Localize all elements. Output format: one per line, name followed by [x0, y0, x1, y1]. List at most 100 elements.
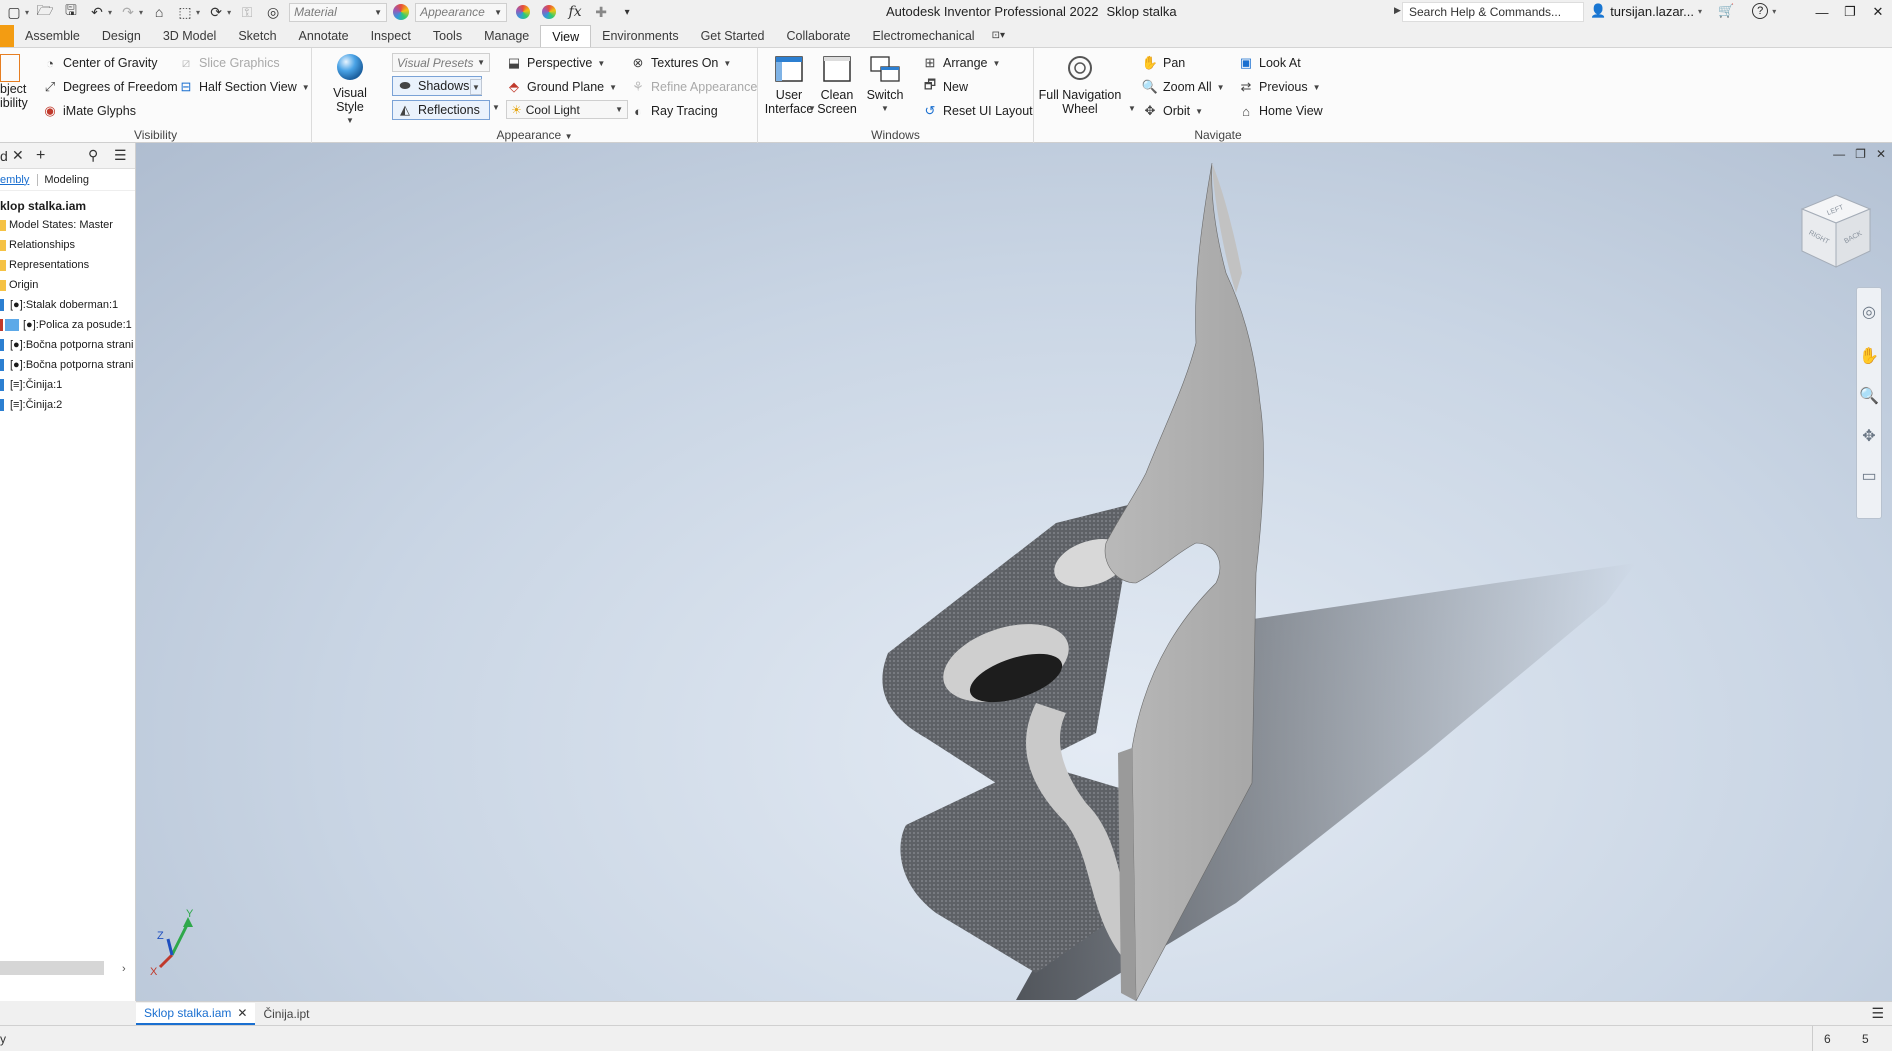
new-window-button[interactable]: 🗗 New	[922, 77, 968, 95]
full-navigation-wheel-button[interactable]: Full Navigation Wheel	[1038, 54, 1122, 116]
home-view-button[interactable]: ⌂ Home View	[1238, 103, 1323, 119]
chevron-down-icon[interactable]: ▾	[139, 8, 143, 17]
chevron-down-icon[interactable]: ▾	[108, 8, 112, 17]
tree-node-part[interactable]: [≡]:Činija:1	[0, 375, 135, 395]
tab-get-started[interactable]: Get Started	[690, 25, 776, 47]
reset-ui-layout-button[interactable]: ↺ Reset UI Layout	[922, 103, 1033, 119]
chevron-right-icon[interactable]: ›	[122, 963, 126, 975]
graphics-viewport[interactable]: — ❐ ✕ LEFT RIGHT BACK ◎ ✋ 🔍 ✥ ▭ Y X Z	[136, 143, 1892, 1001]
zoom-icon[interactable]: 🔍	[1857, 376, 1881, 416]
adjust-appearance-icon[interactable]	[513, 2, 533, 22]
tab-environments[interactable]: Environments	[591, 25, 689, 47]
open-file-icon[interactable]: 🗁	[35, 2, 55, 22]
home-icon[interactable]: ⌂	[149, 2, 169, 22]
tree-node-part[interactable]: [●]:Polica za posude:1	[0, 315, 135, 335]
tree-node-relationships[interactable]: Relationships	[0, 235, 135, 255]
tree-node-representations[interactable]: Representations	[0, 255, 135, 275]
doc-tab-sklop-stalka[interactable]: Sklop stalka.iam ✕	[136, 1002, 256, 1025]
lighting-style-select[interactable]: ☀ Cool Light ▼	[506, 100, 628, 119]
save-icon[interactable]: 🖫	[61, 2, 81, 22]
slice-graphics-button[interactable]: ⧄ Slice Graphics	[178, 55, 280, 71]
shadows-dropdown[interactable]: ▼	[470, 79, 482, 95]
minimize-icon[interactable]: —	[1808, 0, 1836, 24]
update-icon[interactable]: ⟳	[206, 2, 226, 22]
ray-tracing-button[interactable]: ◐ Ray Tracing	[630, 103, 718, 119]
tab-electromechanical[interactable]: Electromechanical	[861, 25, 985, 47]
tab-manage[interactable]: Manage	[473, 25, 540, 47]
view-cube[interactable]: LEFT RIGHT BACK	[1796, 191, 1876, 275]
tab-file[interactable]	[0, 25, 14, 47]
plus-icon[interactable]: ✚	[591, 2, 611, 22]
tab-3d-model[interactable]: 3D Model	[152, 25, 228, 47]
menu-icon[interactable]: ☰	[1871, 1005, 1884, 1022]
ground-plane-button[interactable]: ⬘ Ground Plane ▼	[506, 79, 617, 95]
redo-icon[interactable]: ↷	[118, 2, 138, 22]
close-icon[interactable]: ✕	[237, 1006, 247, 1020]
tab-design[interactable]: Design	[91, 25, 152, 47]
new-file-icon[interactable]: ▢	[4, 2, 24, 22]
restore-icon[interactable]: ❐	[1836, 0, 1864, 24]
reflections-dropdown[interactable]: ▼	[492, 103, 500, 112]
customize-dropdown-icon[interactable]: ▾	[617, 2, 637, 22]
tab-assemble[interactable]: Assemble	[14, 25, 91, 47]
browser-horizontal-scrollbar[interactable]	[0, 961, 104, 975]
browser-tab-modeling[interactable]: Modeling	[37, 173, 89, 186]
perspective-button[interactable]: ⬓ Perspective ▼	[506, 55, 605, 71]
degrees-of-freedom-button[interactable]: ⤢ Degrees of Freedom	[42, 79, 178, 95]
tree-node-part[interactable]: [●]:Bočna potporna strani	[0, 355, 135, 375]
visual-style-button[interactable]: Visual Style ▼	[320, 52, 380, 128]
undo-icon[interactable]: ↶	[87, 2, 107, 22]
chevron-down-icon[interactable]: ▾	[196, 8, 200, 17]
browser-tab-assembly[interactable]: embly	[0, 174, 37, 186]
select-icon[interactable]: ⬚	[175, 2, 195, 22]
chevron-down-icon[interactable]: ▾	[25, 8, 29, 17]
clean-screen-button[interactable]: Clean Screen	[814, 54, 860, 116]
object-visibility-button[interactable]: bject ibility	[0, 54, 34, 110]
model-render[interactable]	[136, 143, 1892, 1001]
ribbon-options-icon[interactable]: ⊡▾	[986, 25, 1011, 47]
appearance-select[interactable]: Appearance ▼	[415, 2, 508, 22]
doc-tab-cinija[interactable]: Činija.ipt	[255, 1003, 317, 1025]
orbit-icon[interactable]: ✥	[1857, 416, 1881, 456]
chevron-down-icon[interactable]: ▾	[227, 8, 231, 17]
tab-inspect[interactable]: Inspect	[360, 25, 422, 47]
look-at-icon[interactable]: ▭	[1857, 456, 1881, 496]
pan-button[interactable]: ✋ Pan	[1142, 55, 1185, 71]
pan-hand-icon[interactable]: ✋	[1857, 336, 1881, 376]
switch-button[interactable]: Switch ▼	[862, 54, 908, 116]
user-interface-button[interactable]: User Interface	[765, 54, 813, 116]
material-select[interactable]: Material ▼	[289, 2, 388, 22]
tab-view[interactable]: View	[540, 25, 592, 47]
plus-icon[interactable]: +	[36, 147, 45, 165]
close-icon[interactable]: ✕	[1864, 0, 1892, 24]
material-sphere-icon[interactable]: ◎	[263, 2, 283, 22]
help-search-input[interactable]: Search Help & Commands...	[1402, 2, 1584, 22]
tab-sketch[interactable]: Sketch	[227, 25, 287, 47]
menu-icon[interactable]: ☰	[114, 147, 127, 164]
parameters-fx-icon[interactable]: fx	[565, 2, 585, 22]
tab-tools[interactable]: Tools	[422, 25, 473, 47]
imate-glyphs-button[interactable]: ◉ iMate Glyphs	[42, 103, 136, 119]
visual-presets-select[interactable]: Visual Presets ▼	[392, 53, 490, 72]
navigation-wheel-dropdown[interactable]: ▼	[1128, 104, 1136, 113]
tree-node-part[interactable]: [●]:Stalak doberman:1	[0, 295, 135, 315]
tab-annotate[interactable]: Annotate	[288, 25, 360, 47]
center-of-gravity-button[interactable]: ◔ Center of Gravity	[42, 55, 157, 71]
appearance-panel-title[interactable]: Appearance ▼	[312, 128, 757, 142]
arrange-button[interactable]: ⊞ Arrange ▼	[922, 55, 1001, 71]
half-section-view-button[interactable]: ⊟ Half Section View ▼	[178, 79, 310, 95]
previous-view-button[interactable]: ⇄ Previous ▼	[1238, 79, 1321, 95]
close-icon[interactable]: ✕	[12, 147, 24, 164]
tree-node-model-states[interactable]: Model States: Master	[0, 215, 135, 235]
reflections-button[interactable]: ◭ Reflections	[392, 100, 490, 120]
refine-appearance-button[interactable]: ⚘ Refine Appearance	[630, 79, 757, 95]
tree-node-part[interactable]: [●]:Bočna potporna strani	[0, 335, 135, 355]
help-icon[interactable]: ?	[1752, 3, 1769, 19]
clear-appearance-icon[interactable]	[539, 2, 559, 22]
zoom-all-button[interactable]: 🔍 Zoom All ▼	[1142, 79, 1225, 95]
textures-on-button[interactable]: ⊗ Textures On ▼	[630, 55, 732, 71]
tab-collaborate[interactable]: Collaborate	[776, 25, 862, 47]
local-update-icon[interactable]: ⚿	[237, 2, 257, 22]
tree-node-part[interactable]: [≡]:Činija:2	[0, 395, 135, 415]
look-at-button[interactable]: ▣ Look At	[1238, 55, 1301, 71]
